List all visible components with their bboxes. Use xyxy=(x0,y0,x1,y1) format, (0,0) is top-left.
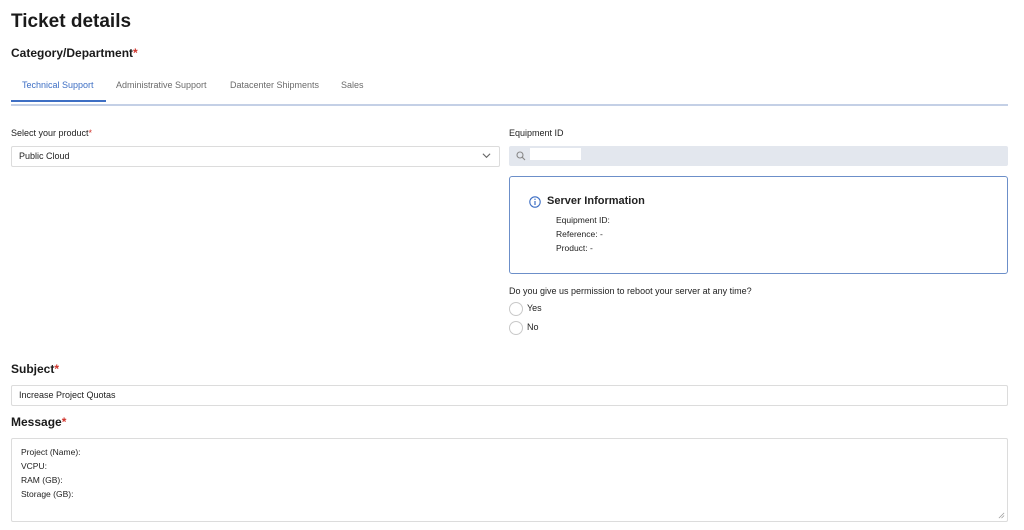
radio-circle[interactable] xyxy=(509,302,523,316)
page-title: Ticket details xyxy=(11,11,132,32)
subject-label-text: Subject xyxy=(11,362,55,376)
equipment-search[interactable] xyxy=(509,146,1008,166)
reboot-question: Do you give us permission to reboot your… xyxy=(509,286,752,296)
tab-sales[interactable]: Sales xyxy=(341,80,364,90)
message-label: Message* xyxy=(11,415,66,429)
server-product: Product: - xyxy=(556,243,593,253)
server-information-card: Server Information Equipment ID: Referen… xyxy=(509,176,1008,274)
required-marker: * xyxy=(61,415,67,429)
server-information-title: Server Information xyxy=(547,195,645,207)
message-textarea[interactable]: Project (Name): VCPU: RAM (GB): Storage … xyxy=(11,438,1008,522)
subject-input[interactable]: Increase Project Quotas xyxy=(11,385,1008,406)
category-tabs: Technical Support Administrative Support… xyxy=(11,72,1008,106)
subject-label: Subject* xyxy=(11,362,59,376)
server-reference: Reference: - xyxy=(556,229,603,239)
required-marker: * xyxy=(133,46,138,60)
resize-handle-icon[interactable] xyxy=(998,512,1005,519)
message-line-project: Project (Name): xyxy=(21,447,81,457)
equipment-id-label: Equipment ID xyxy=(509,128,564,138)
category-label-text: Category/Department xyxy=(11,46,134,60)
category-label: Category/Department* xyxy=(11,46,138,60)
radio-circle[interactable] xyxy=(509,321,523,335)
tab-technical-support[interactable]: Technical Support xyxy=(22,80,94,90)
search-icon xyxy=(516,151,526,161)
message-line-ram: RAM (GB): xyxy=(21,475,63,485)
message-line-storage: Storage (GB): xyxy=(21,489,74,499)
radio-label-no: No xyxy=(527,322,539,332)
chevron-down-icon xyxy=(482,153,491,159)
product-label: Select your product* xyxy=(11,128,92,138)
equipment-search-input[interactable] xyxy=(530,148,581,160)
product-select-value: Public Cloud xyxy=(19,151,70,161)
active-tab-indicator xyxy=(11,100,106,102)
server-equipment-id: Equipment ID: xyxy=(556,215,610,225)
product-label-text: Select your product xyxy=(11,128,89,138)
tab-datacenter-shipments[interactable]: Datacenter Shipments xyxy=(230,80,319,90)
subject-input-value: Increase Project Quotas xyxy=(19,390,116,400)
required-marker: * xyxy=(88,128,93,138)
required-marker: * xyxy=(54,362,60,376)
radio-label-yes: Yes xyxy=(527,303,542,313)
product-select[interactable]: Public Cloud xyxy=(11,146,500,167)
info-icon xyxy=(529,196,541,208)
message-label-text: Message xyxy=(11,415,62,429)
message-line-vcpu: VCPU: xyxy=(21,461,47,471)
tab-administrative-support[interactable]: Administrative Support xyxy=(116,80,207,90)
